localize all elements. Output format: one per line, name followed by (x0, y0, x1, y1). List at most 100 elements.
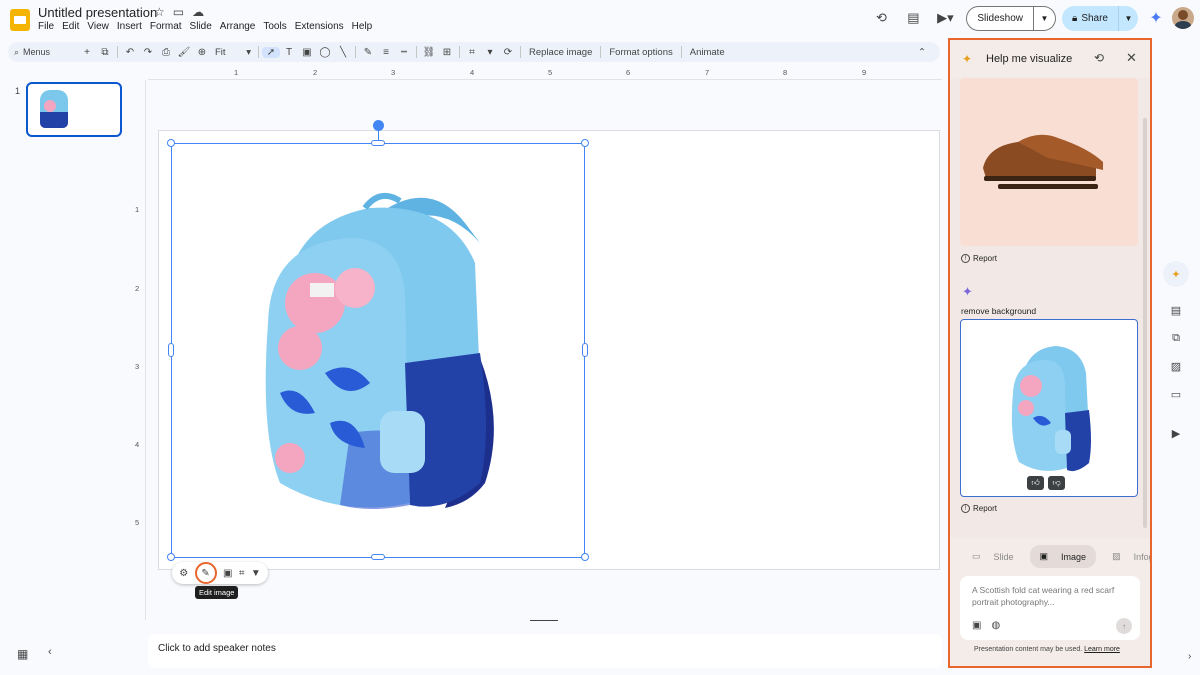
prompt-input[interactable]: A Scottish fold cat wearing a red scarf … (960, 576, 1140, 640)
slide-thumbnail[interactable] (26, 82, 122, 137)
menu-view[interactable]: View (87, 21, 109, 32)
zoom-select[interactable]: Fit ▾ (211, 47, 255, 58)
add-image-icon[interactable]: ▣ (972, 620, 981, 631)
zoom-icon[interactable]: ⊕ (193, 47, 211, 58)
image-icon[interactable]: ▣ (298, 47, 316, 58)
print-icon[interactable]: ⎙ (157, 47, 175, 58)
comment-add-icon[interactable]: ⊞ (438, 47, 456, 58)
replace-image-icon[interactable]: ▣ (223, 568, 232, 579)
menu-insert[interactable]: Insert (117, 21, 142, 32)
move-folder-icon[interactable]: ▭ (173, 5, 184, 19)
resize-handle-n[interactable] (371, 140, 385, 146)
help-me-visualize-icon[interactable]: ✦ (1163, 261, 1189, 287)
text-box-icon[interactable]: T (280, 47, 298, 58)
crop-icon[interactable]: ⌗ (239, 568, 245, 579)
resize-handle-e[interactable] (582, 343, 588, 357)
tab-image[interactable]: ▣ Image (1029, 545, 1097, 568)
folder-icon[interactable]: ▭ (1163, 381, 1189, 407)
slides-logo-icon[interactable] (10, 9, 30, 31)
tab-slide[interactable]: ▭ Slide (962, 545, 1024, 568)
menu-tools[interactable]: Tools (263, 21, 286, 32)
star-icon[interactable]: ☆ (154, 5, 165, 19)
grid-view-icon[interactable]: ▦ (17, 647, 28, 661)
meet-icon[interactable]: ▶▾ (934, 7, 956, 29)
resize-handle-nw[interactable] (167, 139, 175, 147)
rotate-handle[interactable] (373, 120, 384, 131)
new-slide-icon[interactable]: + (78, 47, 96, 58)
resize-handle-s[interactable] (371, 554, 385, 560)
paint-format-icon[interactable]: ▼ (251, 568, 261, 579)
panel-scrollbar[interactable] (1143, 118, 1147, 528)
border-weight-icon[interactable]: ≡ (377, 47, 395, 58)
thumbs-down-icon[interactable]: 👎︎ (1048, 476, 1065, 490)
gemini-icon[interactable]: ✦ (1146, 8, 1166, 28)
ruler-label: 4 (135, 440, 140, 449)
layout-icon[interactable]: ⧉ (96, 47, 114, 58)
cloud-status-icon[interactable]: ☁ (192, 5, 204, 19)
report-link[interactable]: ! Report (961, 504, 997, 513)
resize-handle-sw[interactable] (167, 553, 175, 561)
menu-slide[interactable]: Slide (190, 21, 212, 32)
animate-button[interactable]: Animate (685, 47, 730, 58)
reset-image-icon[interactable]: ⟳ (499, 47, 517, 58)
ruler-label: 6 (626, 68, 631, 77)
send-button[interactable]: ↑ (1116, 618, 1132, 634)
close-icon[interactable]: ✕ (1126, 50, 1137, 66)
mask-icon[interactable]: ▾ (481, 47, 499, 58)
redo-icon[interactable]: ↷ (139, 47, 157, 58)
border-dash-icon[interactable]: ┅ (395, 47, 413, 58)
share-button[interactable]: 🔒︎ Share (1061, 5, 1118, 31)
paint-format-icon[interactable]: 🖌︎ (175, 47, 193, 58)
collapse-filmstrip-icon[interactable]: ‹ (48, 646, 52, 658)
shape-icon[interactable]: ◯ (316, 47, 334, 58)
undo-icon[interactable]: ↶ (121, 47, 139, 58)
result-backpack-image (1011, 346, 1091, 472)
report-link[interactable]: ! Report (961, 254, 997, 263)
copy-icon[interactable]: ⧉ (1163, 325, 1189, 351)
divider (117, 46, 118, 58)
comments-icon[interactable]: ▤ (902, 7, 924, 29)
document-title[interactable]: Untitled presentation (38, 5, 157, 20)
line-icon[interactable]: ╲ (334, 47, 352, 58)
edit-image-button[interactable]: ✎ (194, 562, 217, 584)
generated-image-card[interactable] (960, 78, 1138, 246)
keep-icon[interactable]: ▤ (1163, 297, 1189, 323)
menu-arrange[interactable]: Arrange (220, 21, 256, 32)
speaker-notes[interactable]: Click to add speaker notes (148, 634, 942, 668)
video-icon[interactable]: ▶ (1163, 420, 1189, 446)
image-selection-box[interactable] (171, 143, 585, 558)
crop-icon[interactable]: ⌗ (463, 47, 481, 58)
share-label: Share (1081, 12, 1108, 24)
link-icon[interactable]: ⛓︎ (420, 47, 438, 58)
tab-infographic[interactable]: ▨ Infographic (1102, 545, 1150, 568)
menu-extensions[interactable]: Extensions (295, 21, 344, 32)
resize-handle-w[interactable] (168, 343, 174, 357)
menu-format[interactable]: Format (150, 21, 182, 32)
avatar[interactable] (1172, 7, 1194, 29)
menu-edit[interactable]: Edit (62, 21, 79, 32)
ruler-label: 1 (234, 68, 239, 77)
menu-file[interactable]: File (38, 21, 54, 32)
slideshow-button[interactable]: Slideshow (966, 5, 1034, 31)
resize-handle-se[interactable] (581, 553, 589, 561)
menus-search[interactable]: ⌕ Menus (14, 47, 78, 58)
photos-icon[interactable]: ▨ (1163, 353, 1189, 379)
notes-drag-handle[interactable] (530, 620, 558, 621)
resize-handle-ne[interactable] (581, 139, 589, 147)
slideshow-dropdown-icon[interactable]: ▼ (1033, 5, 1056, 31)
image-settings-icon[interactable]: ⚙ (179, 568, 188, 579)
style-palette-icon[interactable]: ◍ (991, 620, 1000, 631)
thumbs-up-icon[interactable]: 👍︎ (1027, 476, 1044, 490)
format-options-button[interactable]: Format options (604, 47, 677, 58)
menu-help[interactable]: Help (352, 21, 373, 32)
share-dropdown-icon[interactable]: ▼ (1118, 5, 1138, 31)
border-color-icon[interactable]: ✎ (359, 47, 377, 58)
replace-image-button[interactable]: Replace image (524, 47, 597, 58)
collapse-toolbar-icon[interactable]: ⌃ (918, 47, 934, 58)
select-cursor-icon[interactable]: ➚ (262, 46, 280, 58)
result-image-card[interactable]: 👍︎ 👎︎ (960, 319, 1138, 497)
learn-more-link[interactable]: Learn more (1084, 646, 1120, 653)
expand-rail-icon[interactable]: › (1188, 651, 1191, 662)
version-history-icon[interactable]: ⟲ (870, 7, 892, 29)
history-icon[interactable]: ⟲ (1094, 51, 1104, 65)
